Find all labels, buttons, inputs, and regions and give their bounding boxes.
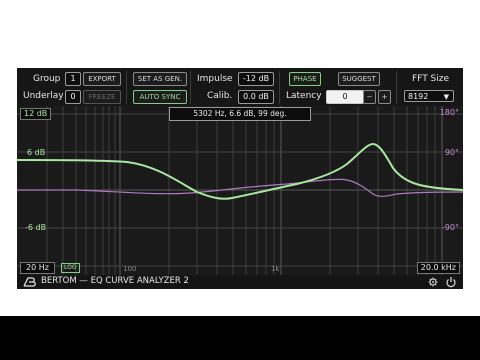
calib-field[interactable]: 0.0 dB — [238, 90, 274, 104]
phase-mid-label: 90° — [444, 148, 459, 157]
db-range-top-label[interactable]: 12 dB — [20, 108, 52, 120]
impulse-field[interactable]: -12 dB — [238, 72, 274, 86]
power-icon[interactable] — [445, 276, 457, 288]
log-toggle-button[interactable]: LOG — [61, 263, 80, 273]
letterbox-top — [0, 0, 480, 43]
toolbar: Group 1 EXPORT Underlay 0 FREEZE SET AS … — [17, 68, 463, 106]
calib-label: Calib. — [207, 91, 233, 101]
freq-label-100: 100 — [123, 265, 137, 273]
phase-top-label: 180° — [439, 108, 459, 117]
impulse-label: Impulse — [197, 74, 233, 84]
phase-button[interactable]: PHASE — [289, 72, 321, 86]
footer: BERTOM — EQ CURVE ANALYZER 2 — [17, 275, 463, 289]
export-button[interactable]: EXPORT — [83, 72, 121, 86]
fft-size-value: 8192 — [408, 92, 429, 101]
latency-field[interactable]: 0 — [326, 90, 364, 104]
fft-size-label: FFT Size — [412, 74, 450, 84]
suggest-button[interactable]: SUGGEST — [338, 72, 380, 86]
toolbar-divider — [126, 71, 127, 104]
latency-label: Latency — [286, 91, 322, 101]
toolbar-divider — [190, 71, 191, 104]
phase-low-label: -90° — [441, 223, 459, 232]
freeze-button[interactable]: FREEZE — [83, 90, 121, 104]
plugin-window: Group 1 EXPORT Underlay 0 FREEZE SET AS … — [17, 68, 463, 289]
set-as-gen-button[interactable]: SET AS GEN. — [133, 72, 187, 86]
chevron-down-icon: ▼ — [443, 93, 449, 101]
fft-size-select[interactable]: 8192 ▼ — [404, 90, 454, 102]
bertom-logo-icon — [23, 277, 36, 287]
min-freq-field[interactable]: 20 Hz — [20, 262, 55, 274]
cursor-readout: 5302 Hz, 6.6 dB, 99 deg. — [169, 107, 311, 121]
phase-curve — [17, 178, 463, 197]
eq-graph-canvas — [17, 106, 463, 275]
db-mid-label: 6 dB — [27, 148, 46, 157]
latency-plus-button[interactable]: + — [378, 90, 391, 104]
toolbar-divider — [279, 71, 280, 104]
latency-minus-button[interactable]: − — [363, 90, 376, 104]
letterbox-bottom — [0, 316, 480, 360]
plugin-title: BERTOM — EQ CURVE ANALYZER 2 — [41, 276, 189, 286]
group-field[interactable]: 1 — [65, 72, 81, 86]
db-low-label: -6 dB — [25, 223, 47, 232]
toolbar-divider — [396, 71, 397, 104]
freq-label-1k: 1k — [271, 265, 280, 273]
max-freq-field[interactable]: 20.0 kHz — [416, 262, 460, 274]
group-label: Group — [33, 74, 61, 84]
underlay-label: Underlay — [23, 91, 64, 101]
eq-graph[interactable]: 5302 Hz, 6.6 dB, 99 deg. 12 dB 6 dB -6 d… — [17, 106, 463, 275]
auto-sync-button[interactable]: AUTO SYNC — [133, 90, 187, 104]
gear-icon[interactable] — [428, 277, 438, 287]
underlay-field[interactable]: 0 — [65, 90, 81, 104]
